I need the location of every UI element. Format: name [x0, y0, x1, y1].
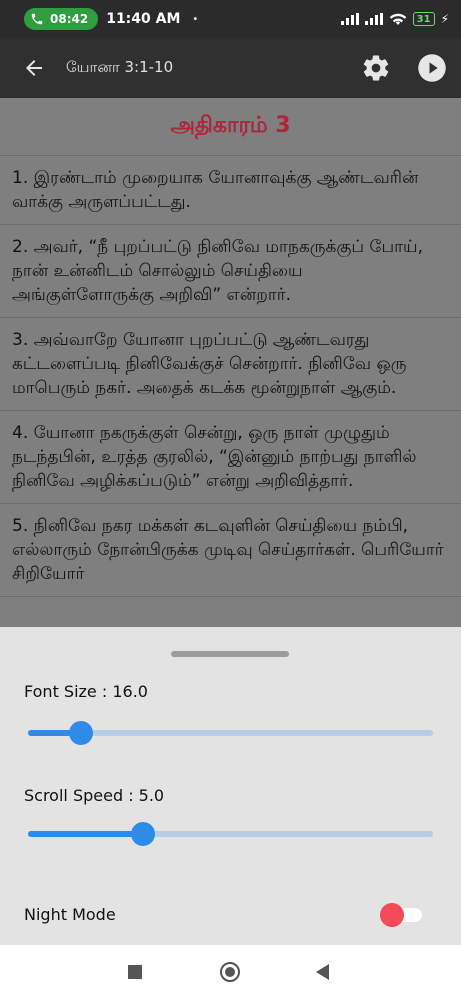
night-mode-toggle[interactable]	[380, 903, 424, 927]
scroll-speed-label: Scroll Speed : 5.0	[24, 786, 165, 805]
slider-thumb[interactable]	[131, 822, 156, 846]
signal-icon	[340, 13, 359, 25]
settings-bottom-sheet: Font Size : 16.0 Scroll Speed : 5.0 Nigh…	[0, 627, 461, 945]
call-timer: 08:42	[50, 12, 89, 26]
slider-thumb[interactable]	[68, 721, 93, 745]
battery-level: 31	[416, 13, 431, 25]
phone-icon	[31, 13, 43, 25]
verse-item[interactable]: 4. யோனா நகருக்குள் சென்று, ஒரு நாள் முழு…	[0, 411, 461, 504]
verse-item[interactable]: 1. இரண்டாம் முறையாக யோனாவுக்கு ஆண்டவரின்…	[0, 156, 461, 225]
font-size-label: Font Size : 16.0	[24, 682, 148, 701]
scroll-speed-slider[interactable]	[28, 822, 433, 846]
recents-icon[interactable]	[128, 965, 142, 979]
charging-icon: ⚡	[440, 12, 449, 26]
status-clock: 11:40 AM	[106, 11, 181, 27]
play-circle-icon[interactable]	[417, 53, 447, 83]
gear-icon[interactable]	[361, 53, 391, 83]
back-arrow-icon[interactable]	[22, 56, 46, 80]
night-mode-label: Night Mode	[24, 905, 116, 924]
verse-item[interactable]: 3. அவ்வாறே யோனா புறப்பட்டு ஆண்டவரது கட்ட…	[0, 318, 461, 411]
verse-item[interactable]: 2. அவர், “நீ புறப்பட்டு நினிவே மாநகருக்க…	[0, 225, 461, 318]
nav-back-icon[interactable]	[316, 964, 329, 980]
slider-fill	[28, 831, 144, 837]
home-icon[interactable]	[220, 962, 240, 982]
toggle-knob[interactable]	[380, 903, 404, 927]
chapter-heading: அதிகாரம் 3	[0, 98, 461, 156]
verse-item[interactable]: 5. நினிவே நகர மக்கள் கடவுளின் செய்தியை ந…	[0, 504, 461, 597]
ongoing-call-pill[interactable]: 08:42	[24, 8, 99, 30]
status-bar: 08:42 11:40 AM • 31 ⚡	[0, 0, 461, 38]
chapter-content[interactable]: அதிகாரம் 3 1. இரண்டாம் முறையாக யோனாவுக்க…	[0, 98, 461, 628]
signal-icon-2	[364, 13, 383, 25]
notification-dot: •	[192, 13, 199, 25]
page-title: யோனா 3:1-10	[66, 58, 174, 76]
system-nav-bar	[0, 945, 461, 1000]
app-bar: யோனா 3:1-10	[0, 38, 461, 98]
wifi-icon	[389, 13, 406, 25]
sheet-drag-handle[interactable]	[171, 651, 289, 657]
battery-icon: 31	[412, 12, 435, 26]
font-size-slider[interactable]	[28, 721, 433, 745]
